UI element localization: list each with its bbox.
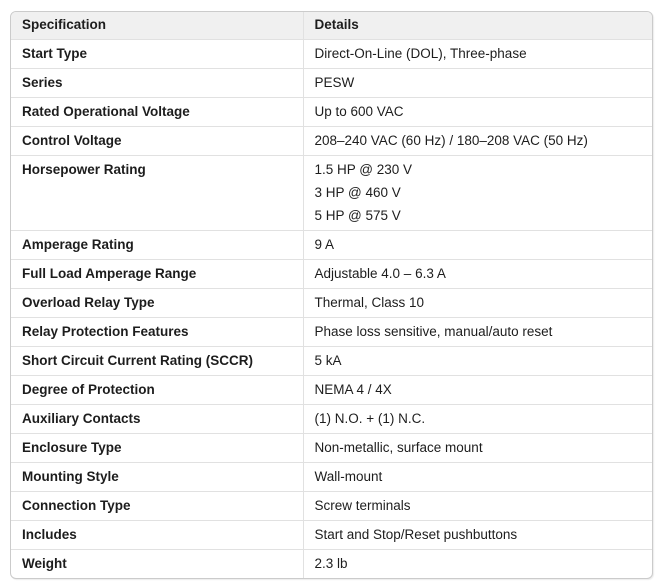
table-row: Short Circuit Current Rating (SCCR) 5 kA: [11, 346, 652, 375]
details-line: NEMA 4 / 4X: [315, 381, 643, 399]
spec-cell: Start Type: [11, 39, 303, 68]
details-line: 208–240 VAC (60 Hz) / 180–208 VAC (50 Hz…: [315, 132, 643, 150]
spec-cell: Amperage Rating: [11, 230, 303, 259]
spec-cell: Mounting Style: [11, 462, 303, 491]
table-row: Control Voltage 208–240 VAC (60 Hz) / 180…: [11, 126, 652, 155]
spec-cell: Auxiliary Contacts: [11, 404, 303, 433]
table-row: Includes Start and Stop/Reset pushbuttons: [11, 520, 652, 549]
table-row: Start Type Direct-On-Line (DOL), Three-ph…: [11, 39, 652, 68]
table-row: Auxiliary Contacts (1) N.O. + (1) N.C.: [11, 404, 652, 433]
header-specification: Specification: [11, 12, 303, 39]
details-line: Non-metallic, surface mount: [315, 439, 643, 457]
details-line: Phase loss sensitive, manual/auto reset: [315, 323, 643, 341]
details-cell: Thermal, Class 10: [303, 288, 652, 317]
spec-cell: Weight: [11, 549, 303, 578]
table-row: Relay Protection Features Phase loss sens…: [11, 317, 652, 346]
details-cell: 2.3 lb: [303, 549, 652, 578]
spec-cell: Series: [11, 68, 303, 97]
details-line: Start and Stop/Reset pushbuttons: [315, 526, 643, 544]
table-row: Amperage Rating 9 A: [11, 230, 652, 259]
table-row: Full Load Amperage Range Adjustable 4.0 –…: [11, 259, 652, 288]
page: Specification Details Start Type Direct-O…: [0, 0, 664, 584]
table-row: Degree of Protection NEMA 4 / 4X: [11, 375, 652, 404]
details-line: 5 HP @ 575 V: [315, 207, 643, 225]
details-cell: Direct-On-Line (DOL), Three-phase: [303, 39, 652, 68]
details-line: Up to 600 VAC: [315, 103, 643, 121]
details-line: 3 HP @ 460 V: [315, 184, 643, 202]
specification-table: Specification Details Start Type Direct-O…: [11, 12, 652, 578]
spec-cell: Overload Relay Type: [11, 288, 303, 317]
details-cell: Screw terminals: [303, 491, 652, 520]
details-cell: (1) N.O. + (1) N.C.: [303, 404, 652, 433]
details-cell: PESW: [303, 68, 652, 97]
details-cell: NEMA 4 / 4X: [303, 375, 652, 404]
spec-table-body: Start Type Direct-On-Line (DOL), Three-ph…: [11, 39, 652, 578]
details-line: 9 A: [315, 236, 643, 254]
details-line: PESW: [315, 74, 643, 92]
table-row: Horsepower Rating 1.5 HP @ 230 V 3 HP @ 46…: [11, 155, 652, 230]
details-cell: 1.5 HP @ 230 V 3 HP @ 460 V 5 HP @ 575 V: [303, 155, 652, 230]
spec-cell: Horsepower Rating: [11, 155, 303, 230]
spec-cell: Degree of Protection: [11, 375, 303, 404]
table-row: Enclosure Type Non-metallic, surface moun…: [11, 433, 652, 462]
spec-cell: Includes: [11, 520, 303, 549]
details-line: Thermal, Class 10: [315, 294, 643, 312]
spec-cell: Enclosure Type: [11, 433, 303, 462]
details-cell: 9 A: [303, 230, 652, 259]
details-line: Adjustable 4.0 – 6.3 A: [315, 265, 643, 283]
details-line: Screw terminals: [315, 497, 643, 515]
spec-cell: Rated Operational Voltage: [11, 97, 303, 126]
details-line: (1) N.O. + (1) N.C.: [315, 410, 643, 428]
details-cell: Phase loss sensitive, manual/auto reset: [303, 317, 652, 346]
spec-cell: Connection Type: [11, 491, 303, 520]
details-line: 5 kA: [315, 352, 643, 370]
details-line: Direct-On-Line (DOL), Three-phase: [315, 45, 643, 63]
details-cell: Non-metallic, surface mount: [303, 433, 652, 462]
table-row: Weight 2.3 lb: [11, 549, 652, 578]
details-line: Wall-mount: [315, 468, 643, 486]
table-row: Mounting Style Wall-mount: [11, 462, 652, 491]
details-line: 1.5 HP @ 230 V: [315, 161, 643, 179]
spec-cell: Control Voltage: [11, 126, 303, 155]
details-cell: 208–240 VAC (60 Hz) / 180–208 VAC (50 Hz…: [303, 126, 652, 155]
details-cell: Adjustable 4.0 – 6.3 A: [303, 259, 652, 288]
table-row: Overload Relay Type Thermal, Class 10: [11, 288, 652, 317]
details-line: 2.3 lb: [315, 555, 643, 573]
details-cell: Up to 600 VAC: [303, 97, 652, 126]
details-cell: 5 kA: [303, 346, 652, 375]
table-row: Connection Type Screw terminals: [11, 491, 652, 520]
spec-cell: Relay Protection Features: [11, 317, 303, 346]
header-row: Specification Details: [11, 12, 652, 39]
details-cell: Start and Stop/Reset pushbuttons: [303, 520, 652, 549]
header-details: Details: [303, 12, 652, 39]
spec-table: Specification Details Start Type Direct-O…: [10, 11, 653, 579]
table-row: Series PESW: [11, 68, 652, 97]
spec-cell: Full Load Amperage Range: [11, 259, 303, 288]
details-cell: Wall-mount: [303, 462, 652, 491]
table-row: Rated Operational Voltage Up to 600 VAC: [11, 97, 652, 126]
spec-cell: Short Circuit Current Rating (SCCR): [11, 346, 303, 375]
